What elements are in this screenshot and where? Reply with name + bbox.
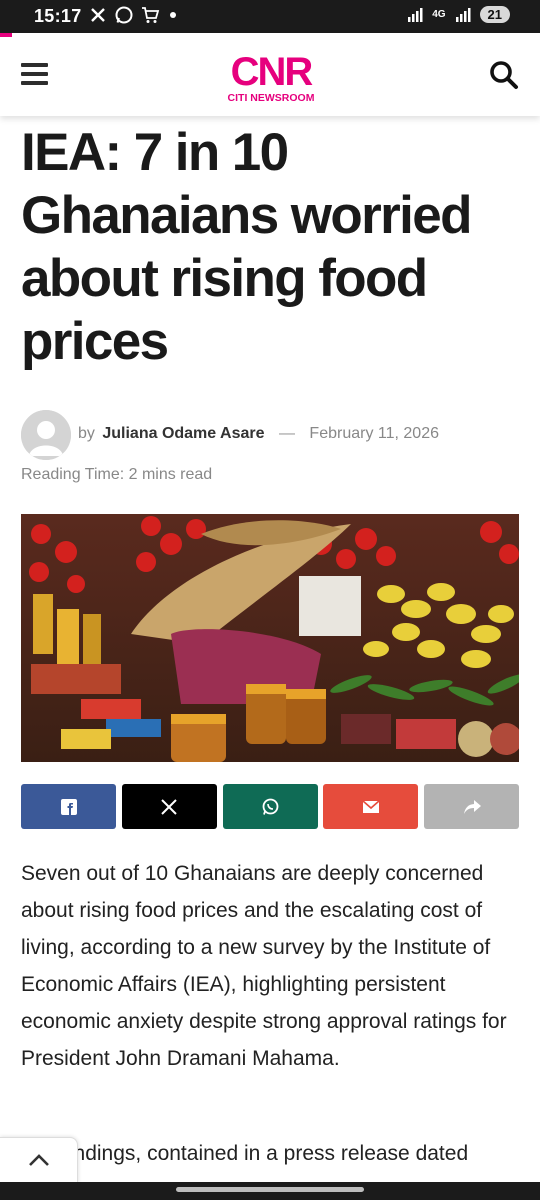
menu-icon[interactable] (21, 63, 48, 85)
search-icon[interactable] (488, 59, 520, 91)
publish-date: February 11, 2026 (309, 425, 439, 442)
share-arrow-icon (463, 799, 481, 814)
share-email-button[interactable] (323, 784, 419, 829)
home-gesture-handle[interactable] (176, 1187, 364, 1192)
share-facebook-button[interactable] (21, 784, 116, 829)
share-more-button[interactable] (424, 784, 519, 829)
back-to-top-button[interactable] (0, 1137, 78, 1183)
status-time: 15:17 (34, 6, 82, 26)
more-notifications-dot (170, 12, 176, 18)
author-avatar[interactable] (21, 410, 71, 460)
avatar-placeholder-icon (21, 410, 71, 460)
share-buttons (21, 784, 519, 829)
article-hero-image (21, 514, 519, 762)
article-paragraph: The findings, contained in a press relea… (21, 1142, 469, 1165)
facebook-icon (60, 798, 77, 815)
email-icon (362, 799, 380, 813)
signal-icon-2 (455, 7, 471, 22)
x-notification-icon (91, 8, 105, 22)
progress-indicator (0, 33, 12, 37)
system-navigation-bar (0, 1182, 540, 1200)
byline: by Juliana Odame Asare — February 11, 20… (78, 425, 439, 443)
svg-text:CITI NEWSROOM: CITI NEWSROOM (228, 92, 315, 104)
battery-indicator: 21 (479, 6, 510, 23)
headline-line: IEA: 7 in 10 (21, 123, 289, 182)
byline-prefix: by (78, 425, 95, 442)
byline-separator: — (278, 425, 295, 442)
status-bar: 15:17 4G 21 (0, 0, 540, 33)
cart-notification-icon (142, 7, 160, 23)
market-stall-image (21, 514, 519, 762)
chevron-up-icon (28, 1154, 49, 1166)
site-logo[interactable]: CNR CITI NEWSROOM (216, 49, 326, 105)
whatsapp-icon (262, 798, 279, 815)
svg-text:CNR: CNR (231, 50, 314, 94)
headline-line: prices (21, 312, 169, 371)
reading-time: Reading Time: 2 mins read (21, 466, 213, 483)
headline-line: Ghanaians worried (21, 186, 473, 245)
notification-icons (88, 5, 176, 25)
share-whatsapp-button[interactable] (222, 784, 318, 829)
x-icon (161, 798, 177, 815)
network-type-label: 4G (432, 9, 446, 20)
signal-icon (408, 7, 423, 22)
site-header: CNR CITI NEWSROOM (0, 33, 540, 116)
author-link[interactable]: Juliana Odame Asare (102, 425, 264, 442)
article-headline: IEA: 7 in 10 Ghanaians worried about ris… (21, 121, 516, 373)
system-icons: 4G 21 (406, 6, 510, 23)
article-paragraph: Seven out of 10 Ghanaians are deeply con… (21, 862, 507, 1070)
headline-line: about rising food (21, 249, 428, 308)
share-x-button[interactable] (121, 784, 217, 829)
whatsapp-notification-icon (115, 6, 133, 24)
cnr-logo-icon: CNR CITI NEWSROOM (228, 50, 316, 104)
